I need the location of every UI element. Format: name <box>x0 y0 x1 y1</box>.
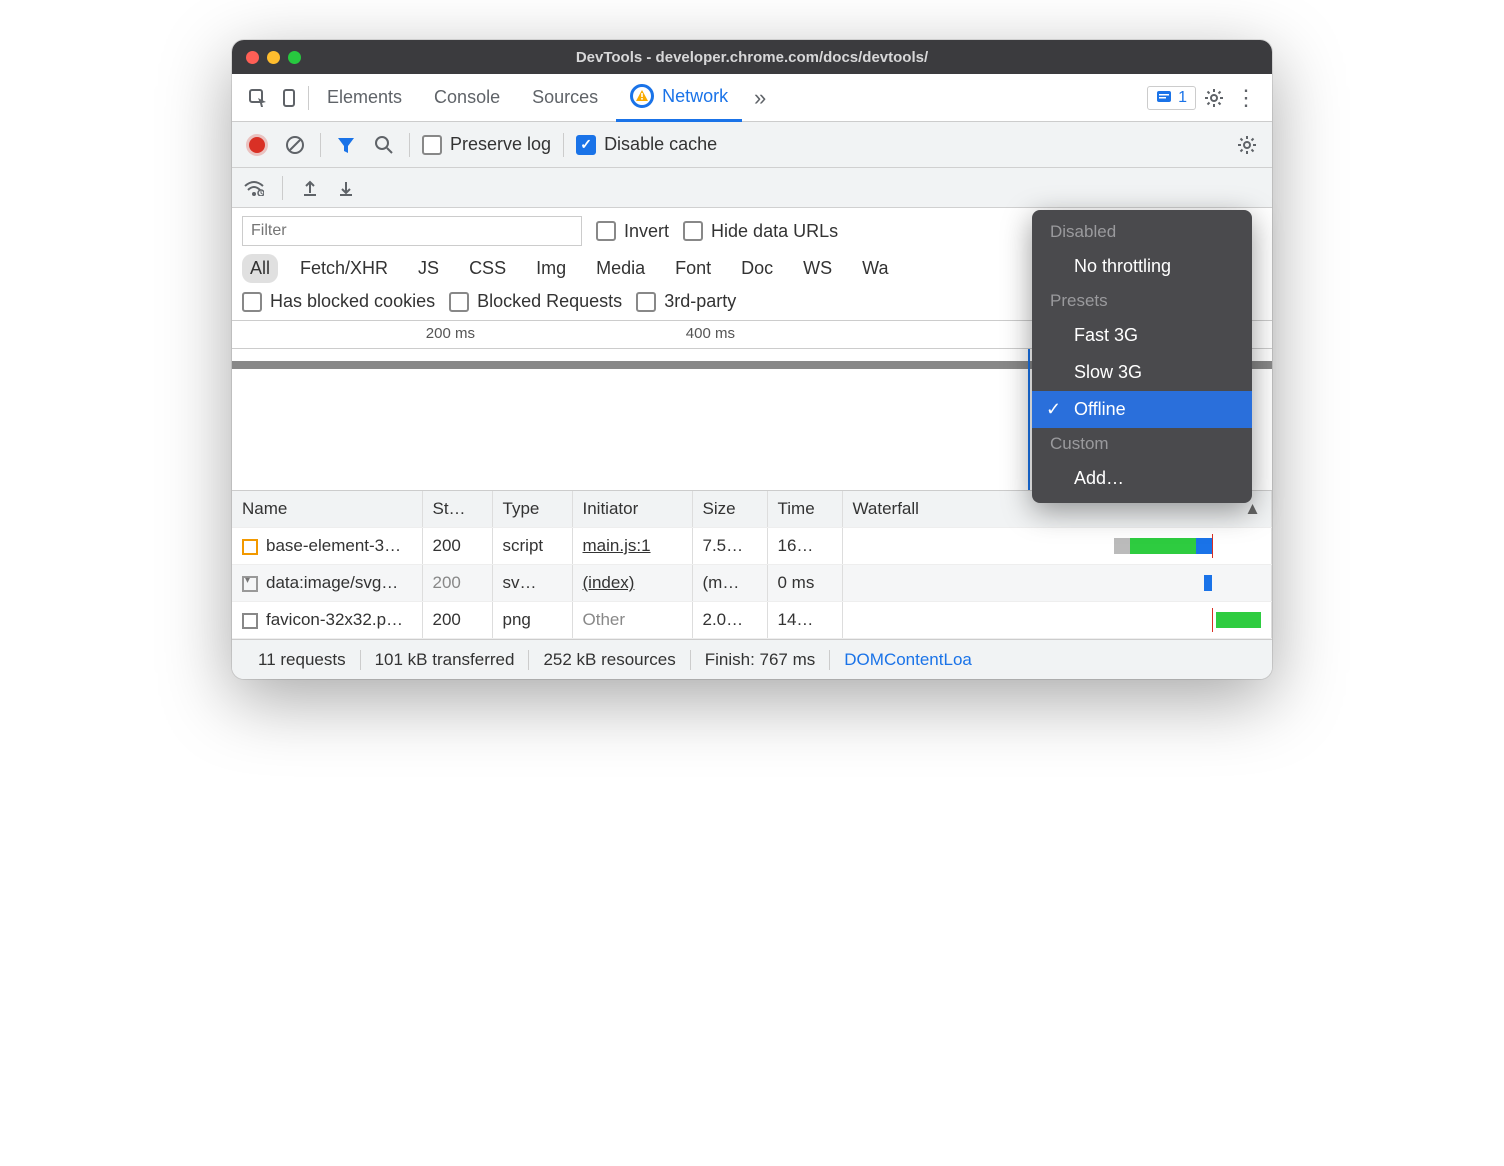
network-toolbar: Preserve log Disable cache <box>232 122 1272 168</box>
third-party-checkbox[interactable]: 3rd-party <box>636 291 736 312</box>
settings-gear-icon[interactable] <box>1200 84 1228 112</box>
col-size[interactable]: Size <box>692 491 767 528</box>
col-type[interactable]: Type <box>492 491 572 528</box>
tab-elements[interactable]: Elements <box>313 74 416 122</box>
checkbox-checked-icon <box>576 135 596 155</box>
upload-har-icon[interactable] <box>301 179 319 197</box>
script-file-icon <box>242 539 258 555</box>
type-filter-img[interactable]: Img <box>528 254 574 283</box>
type-filter-media[interactable]: Media <box>588 254 653 283</box>
download-har-icon[interactable] <box>337 179 355 197</box>
type-filter-fetch[interactable]: Fetch/XHR <box>292 254 396 283</box>
kebab-menu-icon[interactable]: ⋮ <box>1232 84 1260 112</box>
checkbox-icon <box>422 135 442 155</box>
type-filter-doc[interactable]: Doc <box>733 254 781 283</box>
dropdown-item-offline[interactable]: Offline <box>1032 391 1252 428</box>
preserve-log-checkbox[interactable]: Preserve log <box>422 134 551 155</box>
waterfall-bar <box>853 612 1262 628</box>
dropdown-item-add[interactable]: Add… <box>1032 460 1252 497</box>
type-filter-ws[interactable]: WS <box>795 254 840 283</box>
main-tabbar: Elements Console Sources Network » 1 ⋮ <box>232 74 1272 122</box>
dropdown-section-disabled: Disabled <box>1032 216 1252 248</box>
status-transferred: 101 kB transferred <box>361 650 530 670</box>
type-filter-css[interactable]: CSS <box>461 254 514 283</box>
png-file-icon <box>242 613 258 629</box>
more-tabs-icon[interactable]: » <box>746 84 774 112</box>
has-blocked-cookies-checkbox[interactable]: Has blocked cookies <box>242 291 435 312</box>
disable-cache-checkbox[interactable]: Disable cache <box>576 134 717 155</box>
network-settings-icon[interactable] <box>1234 132 1260 158</box>
waterfall-bar <box>853 575 1262 591</box>
table-row[interactable]: favicon-32x32.p… 200 png Other 2.0… 14… <box>232 602 1272 639</box>
type-filter-js[interactable]: JS <box>410 254 447 283</box>
blocked-requests-checkbox[interactable]: Blocked Requests <box>449 291 622 312</box>
issues-badge[interactable]: 1 <box>1147 86 1196 110</box>
filter-input[interactable] <box>242 216 582 246</box>
initiator-link[interactable]: (index) <box>583 573 635 592</box>
device-toggle-icon[interactable] <box>276 84 304 112</box>
timeline-tick: 200 ms <box>426 325 475 342</box>
titlebar: DevTools - developer.chrome.com/docs/dev… <box>232 40 1272 74</box>
col-initiator[interactable]: Initiator <box>572 491 692 528</box>
type-filter-wasm[interactable]: Wa <box>854 254 896 283</box>
col-time[interactable]: Time <box>767 491 842 528</box>
devtools-window: DevTools - developer.chrome.com/docs/dev… <box>232 40 1272 679</box>
timeline-tick: 400 ms <box>686 325 735 342</box>
table-row[interactable]: base-element-3… 200 script main.js:1 7.5… <box>232 528 1272 565</box>
dropdown-item-slow-3g[interactable]: Slow 3G <box>1032 354 1252 391</box>
issues-count: 1 <box>1178 89 1187 107</box>
status-finish: Finish: 767 ms <box>691 650 831 670</box>
waterfall-bar <box>853 538 1262 554</box>
inspect-icon[interactable] <box>244 84 272 112</box>
status-resources: 252 kB resources <box>529 650 690 670</box>
col-name[interactable]: Name <box>232 491 422 528</box>
status-requests: 11 requests <box>244 650 361 670</box>
type-filter-font[interactable]: Font <box>667 254 719 283</box>
divider <box>308 86 309 110</box>
requests-table: Name St… Type Initiator Size Time Waterf… <box>232 491 1272 639</box>
dropdown-section-presets: Presets <box>1032 285 1252 317</box>
col-status[interactable]: St… <box>422 491 492 528</box>
dropdown-section-custom: Custom <box>1032 428 1252 460</box>
dropdown-item-fast-3g[interactable]: Fast 3G <box>1032 317 1252 354</box>
status-bar: 11 requests 101 kB transferred 252 kB re… <box>232 639 1272 679</box>
status-domcontentloaded: DOMContentLoa <box>830 650 986 670</box>
record-button[interactable] <box>244 132 270 158</box>
network-conditions-icon[interactable] <box>244 180 264 196</box>
dropdown-item-no-throttling[interactable]: No throttling <box>1032 248 1252 285</box>
clear-button[interactable] <box>282 132 308 158</box>
issues-icon <box>1156 90 1172 106</box>
tab-network-label: Network <box>662 86 728 107</box>
filter-toggle-icon[interactable] <box>333 132 359 158</box>
svg-file-icon <box>242 576 258 592</box>
network-toolbar-2 <box>232 168 1272 208</box>
warning-icon <box>630 84 654 108</box>
invert-checkbox[interactable]: Invert <box>596 221 669 242</box>
table-row[interactable]: data:image/svg… 200 sv… (index) (m… 0 ms <box>232 565 1272 602</box>
tab-sources[interactable]: Sources <box>518 74 612 122</box>
search-icon[interactable] <box>371 132 397 158</box>
tab-console[interactable]: Console <box>420 74 514 122</box>
initiator-link[interactable]: main.js:1 <box>583 536 651 555</box>
throttling-dropdown: Disabled No throttling Presets Fast 3G S… <box>1032 210 1252 503</box>
window-title: DevTools - developer.chrome.com/docs/dev… <box>232 49 1272 66</box>
tab-network[interactable]: Network <box>616 74 742 122</box>
hide-data-urls-checkbox[interactable]: Hide data URLs <box>683 221 838 242</box>
type-filter-all[interactable]: All <box>242 254 278 283</box>
